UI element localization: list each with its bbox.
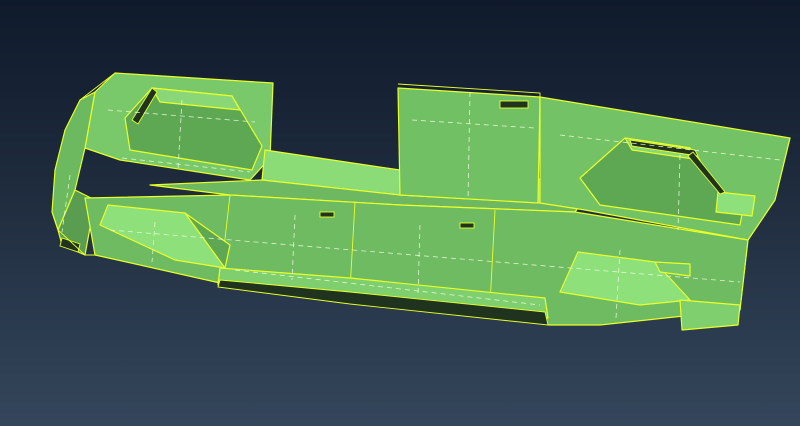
cad-model[interactable] [0, 0, 800, 426]
slot-notch-front-1 [319, 211, 335, 218]
right-bottom-corner[interactable] [679, 299, 741, 331]
slot-notch-front-2 [459, 222, 475, 229]
right-corner-tab[interactable] [715, 191, 756, 217]
slot-notch-top [499, 100, 529, 109]
3d-viewport[interactable] [0, 0, 800, 426]
